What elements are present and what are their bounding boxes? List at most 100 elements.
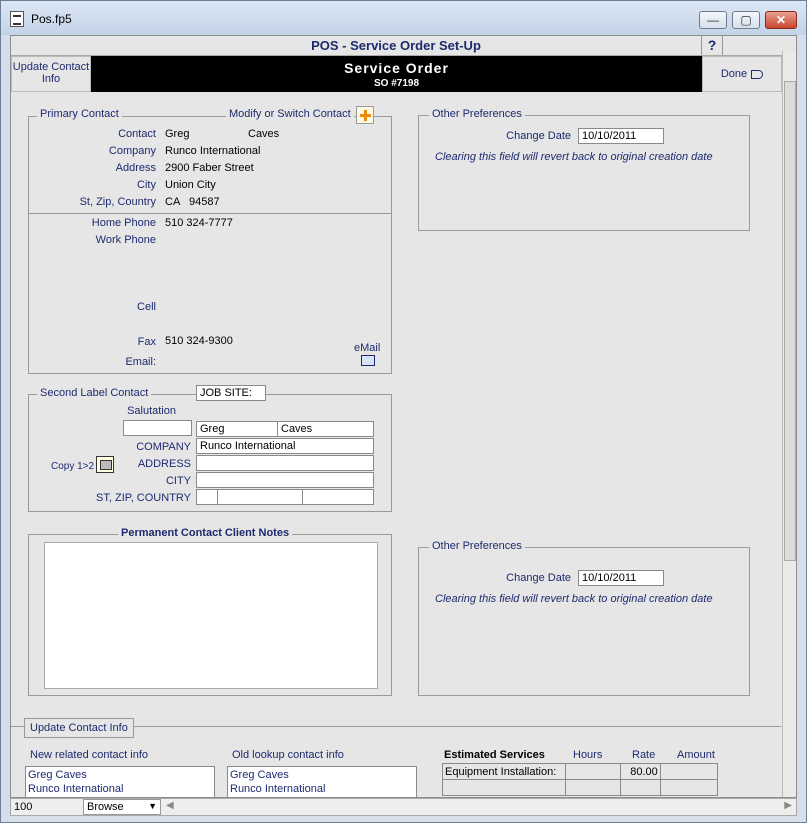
new-related-line1: Greg Caves bbox=[28, 769, 87, 781]
amount-header: Amount bbox=[677, 749, 715, 761]
address-label: Address bbox=[115, 162, 156, 174]
vertical-scrollbar[interactable] bbox=[782, 51, 796, 797]
st-zip-label: St, Zip, Country bbox=[79, 196, 156, 208]
other-preferences-top-label: Other Preferences bbox=[429, 108, 525, 120]
estimated-services-table: Equipment Installation: 80.00 bbox=[441, 763, 719, 796]
second-state-field[interactable] bbox=[196, 489, 218, 505]
app-icon bbox=[10, 11, 24, 27]
rate-cell[interactable] bbox=[619, 779, 661, 796]
fax-value[interactable]: 510 324-9300 bbox=[165, 335, 233, 347]
notes-label: Permanent Contact Client Notes bbox=[118, 527, 293, 539]
so-number: SO #7198 bbox=[373, 78, 420, 89]
service-cell[interactable]: Equipment Installation: bbox=[441, 763, 567, 780]
rate-cell[interactable]: 80.00 bbox=[619, 763, 661, 780]
update-contact-info-button[interactable]: Update Contact Info bbox=[24, 718, 134, 738]
email-icon[interactable] bbox=[361, 355, 375, 366]
primary-contact-label: Primary Contact bbox=[37, 108, 122, 120]
estimated-services-title: Estimated Services bbox=[444, 749, 545, 761]
fax-label: Fax bbox=[137, 336, 156, 348]
new-related-box: Greg Caves Runco International bbox=[25, 766, 215, 797]
scrollbar-thumb[interactable] bbox=[784, 81, 796, 561]
copy-label: Copy 1>2 bbox=[51, 461, 95, 472]
old-lookup-line1: Greg Caves bbox=[230, 769, 289, 781]
old-lookup-box: Greg Caves Runco International bbox=[227, 766, 417, 797]
work-phone-label: Work Phone bbox=[95, 234, 156, 246]
second-last-name-field[interactable]: Caves bbox=[277, 421, 374, 437]
zoom-level[interactable]: 100 bbox=[14, 801, 32, 813]
new-related-line2: Runco International bbox=[28, 783, 124, 795]
hours-cell[interactable] bbox=[565, 779, 621, 796]
copy-icon[interactable] bbox=[96, 456, 114, 473]
notes-textarea[interactable] bbox=[44, 542, 378, 689]
change-date-top-label: Change Date bbox=[506, 130, 571, 142]
maximize-button[interactable]: ▢ bbox=[732, 11, 760, 29]
add-icon[interactable] bbox=[356, 106, 374, 124]
chevron-down-icon: ▼ bbox=[148, 801, 157, 811]
second-st-zip-label: ST, ZIP, COUNTRY bbox=[96, 492, 191, 504]
return-arrow-icon bbox=[751, 69, 764, 79]
state-value[interactable]: CA bbox=[165, 196, 180, 208]
email-link[interactable]: eMail bbox=[354, 342, 380, 354]
city-label: City bbox=[137, 179, 156, 191]
hours-header: Hours bbox=[573, 749, 603, 761]
table-row bbox=[441, 779, 719, 796]
minimize-button[interactable]: — bbox=[699, 11, 727, 29]
new-related-label: New related contact info bbox=[30, 749, 149, 761]
home-phone-value[interactable]: 510 324-7777 bbox=[165, 217, 233, 229]
old-lookup-label: Old lookup contact info bbox=[232, 749, 344, 761]
job-site-field[interactable]: JOB SITE: bbox=[196, 385, 266, 401]
amount-cell[interactable] bbox=[659, 763, 719, 780]
zip-value[interactable]: 94587 bbox=[189, 196, 220, 208]
change-date-top-note: Clearing this field will revert back to … bbox=[435, 151, 713, 163]
status-bar: 100 Browse ▼ ◀ ▶ bbox=[10, 798, 797, 816]
layout-header: POS - Service Order Set-Up ? bbox=[11, 36, 796, 56]
cell-label: Cell bbox=[137, 301, 156, 313]
second-first-name-field[interactable]: Greg bbox=[196, 421, 278, 437]
mode-select[interactable]: Browse ▼ bbox=[83, 799, 161, 815]
second-city-field[interactable] bbox=[196, 472, 374, 488]
amount-cell[interactable] bbox=[659, 779, 719, 796]
done-label: Done bbox=[720, 68, 748, 80]
scroll-right-icon[interactable]: ▶ bbox=[784, 800, 792, 811]
rate-header: Rate bbox=[632, 749, 656, 761]
second-country-field[interactable] bbox=[302, 489, 374, 505]
close-button[interactable]: ✕ bbox=[765, 11, 797, 29]
second-city-label: CITY bbox=[165, 475, 191, 487]
company-value[interactable]: Runco International bbox=[165, 145, 260, 157]
table-row: Equipment Installation: 80.00 bbox=[441, 763, 719, 780]
second-label-contact-label: Second Label Contact bbox=[37, 387, 152, 399]
done-button[interactable]: Done bbox=[702, 56, 782, 92]
change-date-bottom-field[interactable]: 10/10/2011 bbox=[578, 570, 664, 586]
city-value[interactable]: Union City bbox=[165, 179, 216, 191]
second-address-field[interactable] bbox=[196, 455, 374, 471]
contact-first-name[interactable]: Greg bbox=[165, 128, 189, 140]
title-banner: Service Order SO #7198 bbox=[91, 56, 702, 92]
old-lookup-line2: Runco International bbox=[230, 783, 326, 795]
service-cell[interactable] bbox=[441, 779, 567, 796]
update-contact-info-top-button[interactable]: Update Contact Info bbox=[11, 56, 91, 92]
change-date-bottom-note: Clearing this field will revert back to … bbox=[435, 593, 713, 605]
divider bbox=[29, 213, 391, 214]
layout-area: POS - Service Order Set-Up ? Update Cont… bbox=[10, 35, 797, 798]
second-company-field[interactable]: Runco International bbox=[196, 438, 374, 454]
change-date-bottom-label: Change Date bbox=[506, 572, 571, 584]
banner-title: Service Order bbox=[344, 60, 449, 76]
modify-contact-label: Modify or Switch Contact bbox=[226, 108, 354, 120]
scroll-left-icon[interactable]: ◀ bbox=[166, 800, 174, 811]
other-preferences-bottom-label: Other Preferences bbox=[429, 540, 525, 552]
change-date-top-field[interactable]: 10/10/2011 bbox=[578, 128, 664, 144]
title-bar: Pos.fp5 — ▢ ✕ bbox=[1, 1, 806, 35]
company-label: Company bbox=[108, 145, 156, 157]
address-value[interactable]: 2900 Faber Street bbox=[165, 162, 254, 174]
help-button[interactable]: ? bbox=[701, 36, 723, 55]
contact-last-name[interactable]: Caves bbox=[248, 128, 279, 140]
window-title: Pos.fp5 bbox=[31, 12, 72, 26]
app-window: Pos.fp5 — ▢ ✕ POS - Service Order Set-Up… bbox=[0, 0, 807, 823]
contact-label: Contact bbox=[118, 128, 156, 140]
second-zip-field[interactable] bbox=[217, 489, 303, 505]
hours-cell[interactable] bbox=[565, 763, 621, 780]
email-label: Email: bbox=[125, 356, 156, 368]
salutation-label: Salutation bbox=[127, 405, 176, 417]
page-title: POS - Service Order Set-Up bbox=[311, 38, 481, 53]
salutation-field[interactable] bbox=[123, 420, 192, 436]
